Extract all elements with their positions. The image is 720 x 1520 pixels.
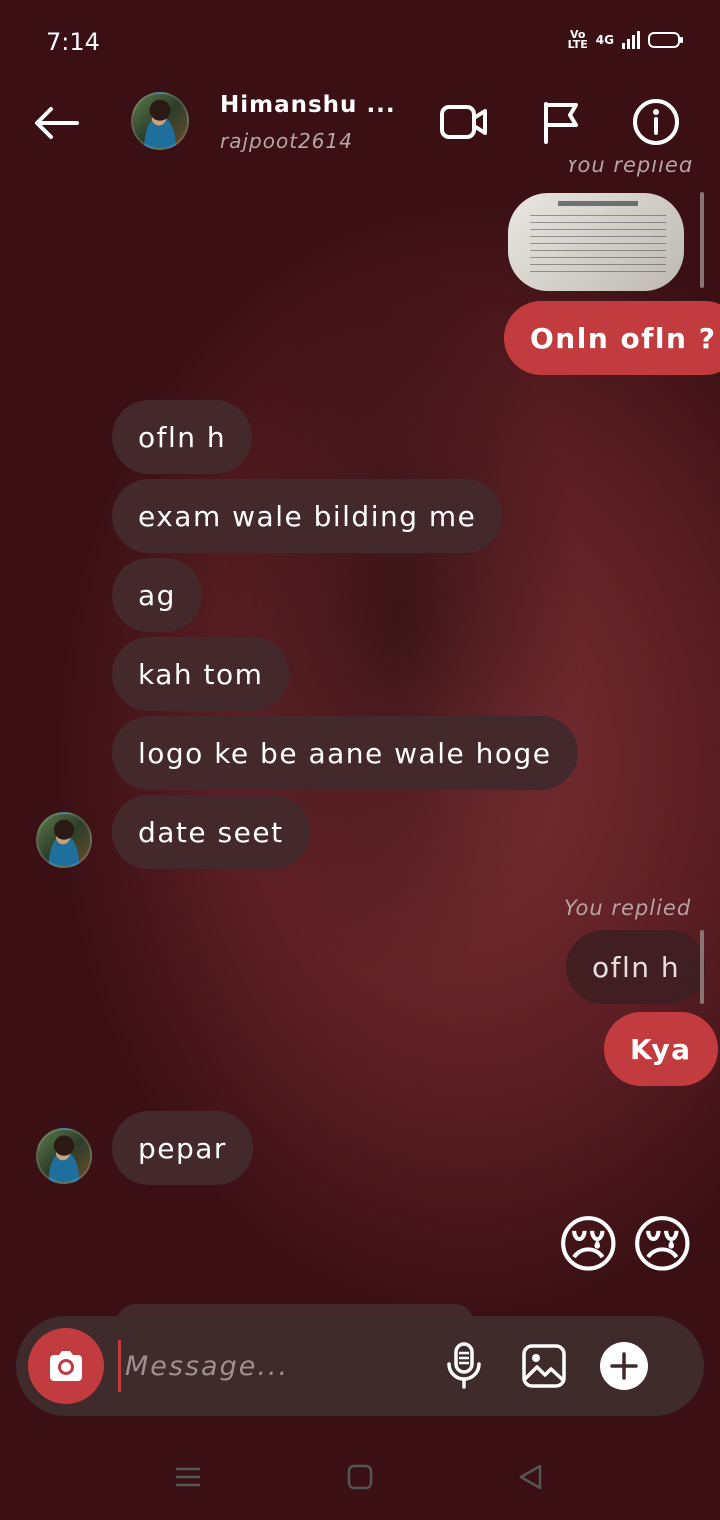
document-content [530,209,666,277]
message-bubble-received[interactable]: date seet [112,795,310,869]
camera-button[interactable] [28,1328,104,1404]
message-bubble-received[interactable]: ag [112,558,202,632]
video-camera-icon [440,105,487,139]
signal-icon [622,31,640,49]
message-bubble-received[interactable]: ofln h [112,400,253,474]
back-button[interactable] [30,100,82,146]
gallery-button[interactable] [518,1340,570,1392]
replied-label-top: You replied [566,160,694,177]
sender-avatar[interactable] [36,1128,92,1184]
status-time: 7:14 [46,28,100,56]
triangle-back-icon [519,1464,542,1490]
message-bubble-received[interactable]: kah tom [112,637,290,711]
contact-name[interactable]: Himanshu ... [220,92,396,118]
message-bubble-received[interactable]: exam wale bilding me [112,479,503,553]
more-options-button[interactable] [598,1340,650,1392]
square-icon [347,1464,373,1490]
sender-avatar[interactable] [36,812,92,868]
image-gallery-icon [522,1344,566,1388]
reply-quote-bubble[interactable]: ofln h [566,930,707,1004]
document-header [558,201,638,206]
reply-indicator-line [700,192,704,288]
microphone-icon [447,1342,481,1389]
system-back-button[interactable] [510,1460,550,1494]
recent-apps-button[interactable] [168,1460,208,1494]
info-icon [633,99,679,145]
battery-icon [648,32,683,48]
voice-message-button[interactable] [438,1340,490,1392]
emoji-crying-face[interactable]: 😢 [556,1212,621,1278]
replied-label: You replied [564,896,692,920]
message-bubble-sent[interactable]: Kya [604,1012,718,1086]
volte-indicator: Vo LTE [567,28,588,51]
status-icons: Vo LTE 4G [567,28,683,51]
message-bubble-received[interactable]: pepar [112,1111,253,1185]
profile-avatar[interactable] [131,92,189,150]
report-button[interactable] [534,96,586,148]
reply-indicator-line [700,930,704,1004]
message-bubble-received[interactable]: logo ke be aane wale hoge [112,716,578,790]
plus-circle-icon [600,1342,648,1390]
image-message[interactable] [508,193,684,291]
network-type: 4G [595,33,614,47]
contact-username[interactable]: rajpoot2614 [220,129,353,153]
camera-icon [50,1351,82,1381]
emoji-crying-face[interactable]: 😢 [630,1212,695,1278]
home-button[interactable] [340,1460,380,1494]
flag-icon [544,102,578,144]
message-bubble-sent[interactable]: Onln ofln ? [504,301,720,375]
back-arrow-icon [35,107,79,139]
info-button[interactable] [630,96,682,148]
menu-lines-icon [176,1467,200,1487]
video-call-button[interactable] [438,96,490,148]
message-input[interactable] [118,1340,418,1392]
